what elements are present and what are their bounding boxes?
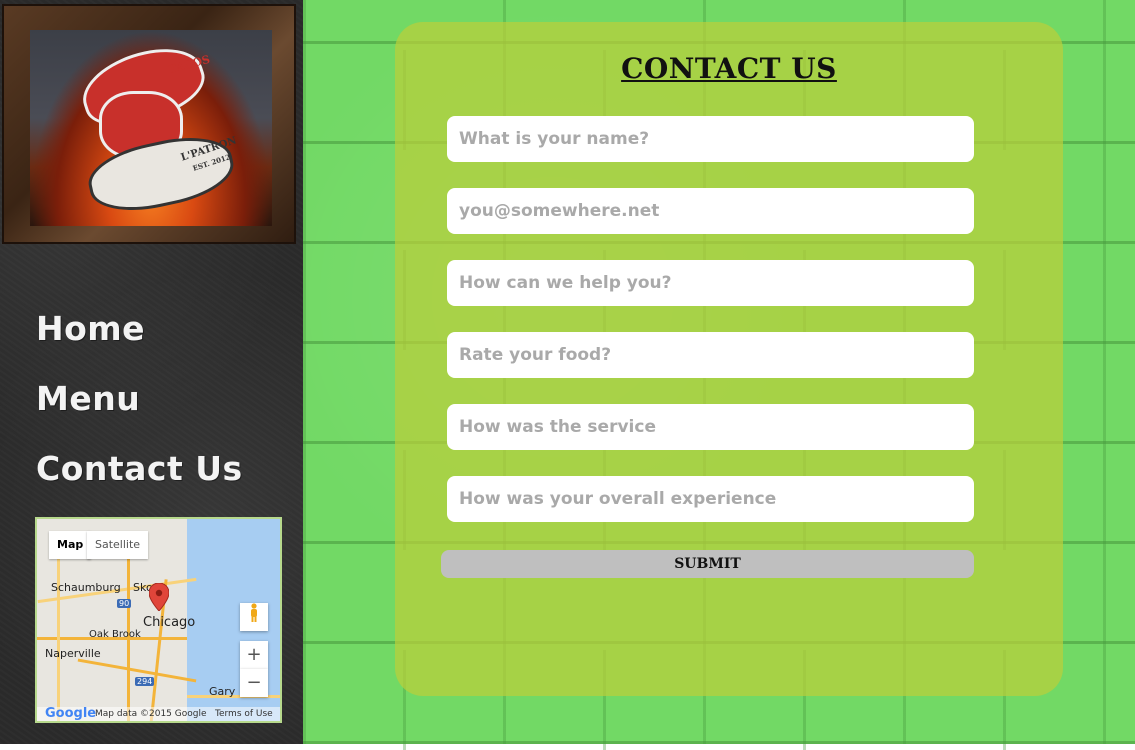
map-tab-satellite[interactable]: Satellite (87, 531, 149, 559)
name-field[interactable] (447, 116, 974, 162)
map-label-chicago: Chicago (143, 615, 196, 630)
map-label-schaumburg: Schaumburg (51, 581, 121, 594)
interstate-90-shield: 90 (117, 599, 132, 608)
food-rating-field[interactable] (447, 332, 974, 378)
overall-experience-field[interactable] (447, 476, 974, 522)
map-label-oak-brook: Oak Brook (89, 629, 141, 640)
nav-item-contact-us[interactable]: Contact Us (36, 448, 243, 518)
contact-form: CONTACT US SUBMIT (395, 22, 1063, 696)
map-data-credit: Map data ©2015 Google (95, 709, 207, 719)
nav-item-home[interactable]: Home (36, 308, 243, 378)
location-pin-icon[interactable] (149, 583, 169, 611)
submit-button[interactable]: SUBMIT (441, 550, 974, 578)
highway (57, 549, 60, 721)
map-tab-map[interactable]: Map (49, 531, 92, 559)
street-view-pegman-icon[interactable] (240, 603, 268, 631)
logo[interactable]: TACOS L'PATRON EST. 2012 (2, 4, 296, 244)
zoom-in-button[interactable]: + (240, 641, 268, 669)
zoom-out-button[interactable]: − (240, 669, 268, 697)
location-map[interactable]: Map Satellite Schaumburg Sko Chicago Oak… (35, 517, 282, 723)
main-nav: Home Menu Contact Us (36, 308, 243, 518)
email-field[interactable] (447, 188, 974, 234)
map-terms-link[interactable]: Terms of Use (215, 709, 273, 719)
google-logo: Google (45, 706, 97, 721)
map-footer: Google Map data ©2015 Google Terms of Us… (37, 706, 280, 721)
nav-item-menu[interactable]: Menu (36, 378, 243, 448)
highway (127, 559, 130, 721)
content-area: CONTACT US SUBMIT (303, 0, 1135, 750)
page-title: CONTACT US (621, 52, 837, 85)
help-field[interactable] (447, 260, 974, 306)
interstate-294-shield: 294 (135, 677, 155, 686)
map-label-gary: Gary (209, 685, 236, 698)
sidebar: TACOS L'PATRON EST. 2012 Home Menu Conta… (0, 0, 303, 744)
service-field[interactable] (447, 404, 974, 450)
map-label-naperville: Naperville (45, 647, 101, 660)
logo-image: TACOS L'PATRON EST. 2012 (30, 30, 272, 226)
